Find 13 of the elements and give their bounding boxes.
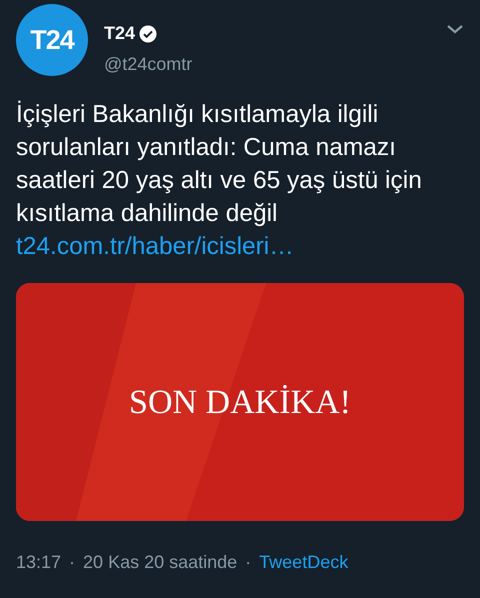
tweet-link[interactable]: t24.com.tr/haber/icisleri… bbox=[16, 230, 464, 263]
tweet-text: İçişleri Bakanlığı kısıtlamayla ilgili sorulanları yanıtladı: Cuma namazı saatleri 20 yaş altı ve 65 yaş üstü için kısıtlama dahilinde değil bbox=[16, 100, 423, 229]
headline-text: SON DAKİKA! bbox=[129, 382, 351, 422]
account-name[interactable]: T24 bbox=[104, 20, 136, 47]
source-link[interactable]: TweetDeck bbox=[259, 549, 348, 576]
account-handle: @t24comtr bbox=[104, 53, 194, 76]
caret-icon[interactable] bbox=[446, 24, 464, 34]
footer-text: · bbox=[69, 551, 76, 574]
footer-text: 13:17 bbox=[16, 551, 62, 574]
footer-text: · bbox=[245, 551, 252, 574]
footer-text: 20 Kas 20 saatinde bbox=[83, 551, 238, 574]
avatar-logo[interactable]: T24 bbox=[16, 4, 88, 76]
media-card[interactable]: SON DAKİKA! bbox=[16, 283, 464, 521]
